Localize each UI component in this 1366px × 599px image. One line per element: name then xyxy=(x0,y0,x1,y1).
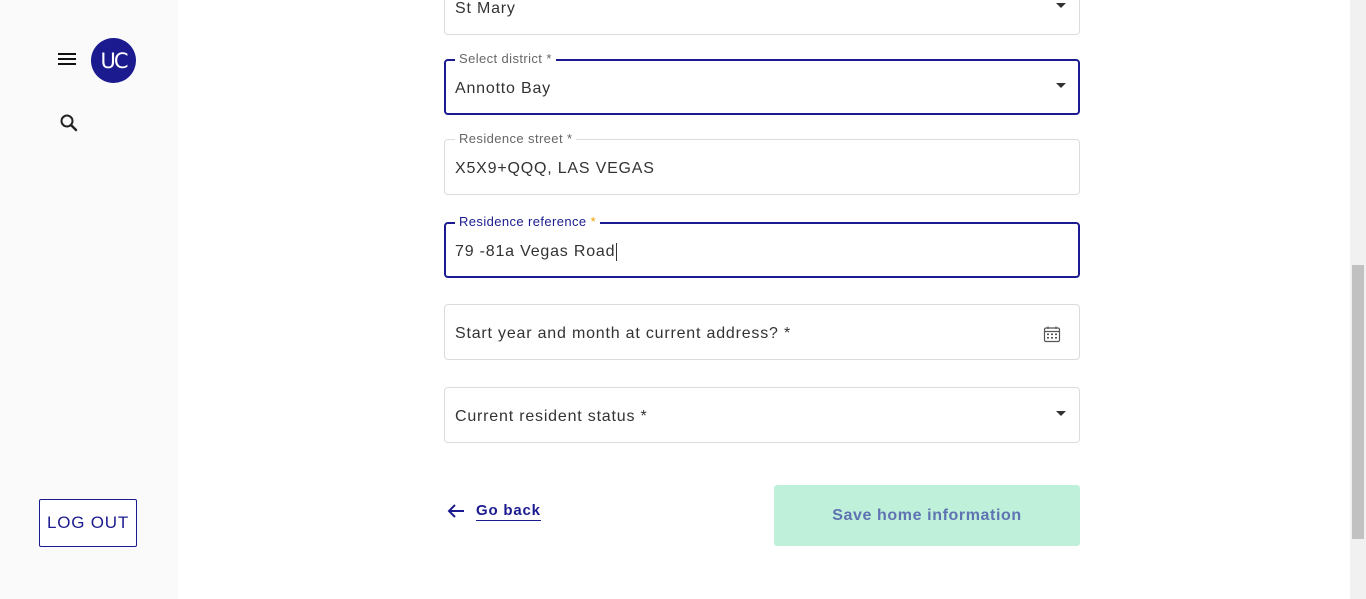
sidebar: UC LOG OUT xyxy=(0,0,178,599)
search-icon[interactable] xyxy=(58,112,80,134)
parish-select[interactable]: St Mary xyxy=(444,0,1080,35)
chevron-down-icon xyxy=(1056,83,1066,88)
scrollbar[interactable] xyxy=(1350,0,1366,599)
arrow-left-icon xyxy=(447,504,464,518)
start-date-placeholder: Start year and month at current address?… xyxy=(455,325,791,342)
go-back-link[interactable]: Go back xyxy=(446,499,541,523)
residence-reference-field[interactable]: Residence reference * 79 -81a Vegas Road xyxy=(444,215,1080,278)
parish-value: St Mary xyxy=(455,0,516,17)
start-date-field[interactable]: Start year and month at current address?… xyxy=(444,304,1080,360)
go-back-label: Go back xyxy=(476,501,541,521)
residence-street-field[interactable]: Residence street * X5X9+QQQ, LAS VEGAS xyxy=(444,132,1080,195)
residence-reference-text: 79 -81a Vegas Road xyxy=(455,243,616,260)
district-value: Annotto Bay xyxy=(455,80,551,97)
residence-street-value: X5X9+QQQ, LAS VEGAS xyxy=(455,160,655,177)
district-select[interactable]: Select district * Annotto Bay xyxy=(444,52,1080,115)
text-cursor xyxy=(616,242,618,261)
avatar[interactable]: UC xyxy=(91,38,136,83)
residence-reference-label: Residence reference * xyxy=(455,214,601,229)
calendar-icon[interactable] xyxy=(1043,325,1061,343)
required-star: * xyxy=(590,214,597,229)
logout-button[interactable]: LOG OUT xyxy=(39,499,137,547)
resident-status-select[interactable]: Current resident status * xyxy=(444,387,1080,443)
district-label: Select district * xyxy=(455,52,556,66)
resident-status-placeholder: Current resident status * xyxy=(455,408,648,425)
scrollbar-thumb[interactable] xyxy=(1352,265,1364,539)
residence-reference-label-text: Residence reference xyxy=(459,214,587,229)
chevron-down-icon xyxy=(1056,411,1066,416)
residence-reference-value: 79 -81a Vegas Road xyxy=(455,242,618,262)
residence-street-label: Residence street * xyxy=(455,132,577,146)
chevron-down-icon xyxy=(1056,3,1066,8)
hamburger-menu-icon[interactable] xyxy=(56,50,78,68)
save-home-information-button[interactable]: Save home information xyxy=(774,485,1080,546)
